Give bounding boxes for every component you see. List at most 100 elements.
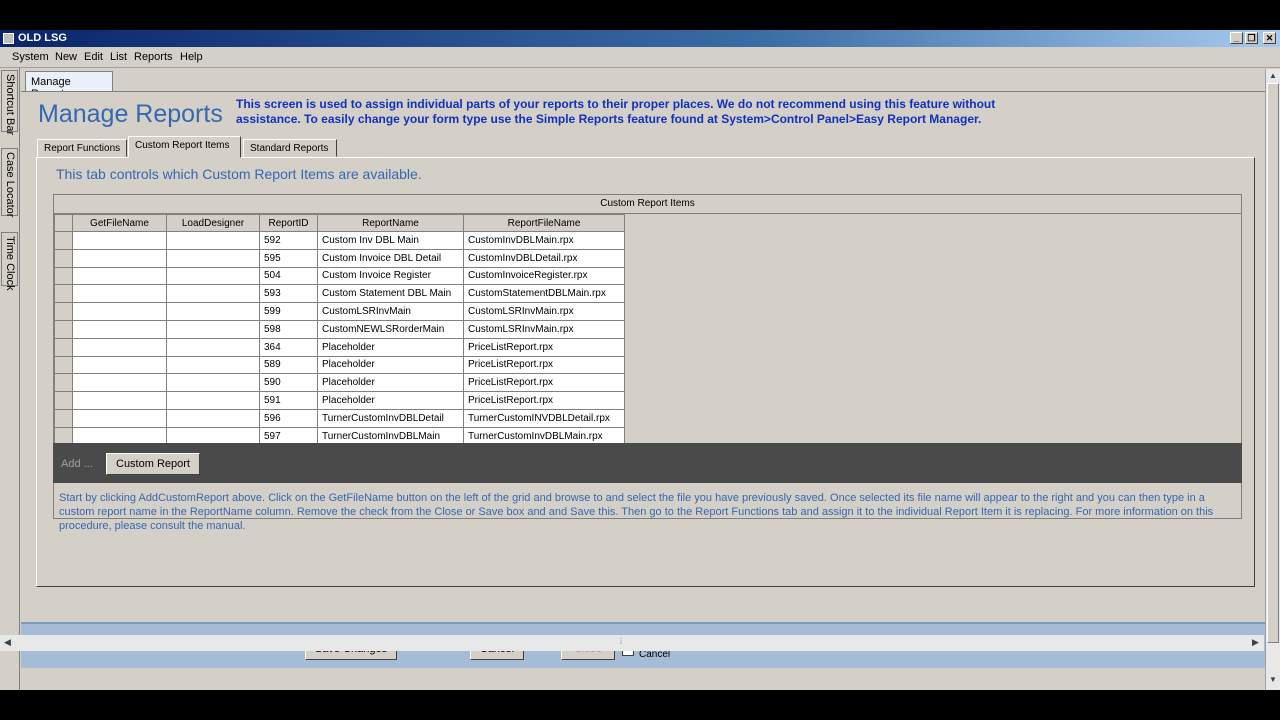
- column-header-reportfilename[interactable]: ReportFileName: [463, 214, 625, 232]
- tab-standard-reports[interactable]: Standard Reports: [243, 139, 337, 157]
- cell-loaddesigner[interactable]: [166, 319, 260, 339]
- cell-getfilename[interactable]: [72, 248, 167, 268]
- table-row[interactable]: 596 TurnerCustomInvDBLDetail TurnerCustomI…: [54, 408, 625, 428]
- title-bar[interactable]: OLD LSG _ ❐ ✕: [0, 30, 1280, 47]
- cell-reportname[interactable]: Custom Statement DBL Main: [317, 284, 464, 304]
- cell-reportname[interactable]: Placeholder: [317, 373, 464, 393]
- cell-loaddesigner[interactable]: [166, 408, 260, 428]
- menu-help[interactable]: Help: [180, 51, 203, 63]
- tab-report-functions[interactable]: Report Functions: [37, 139, 127, 157]
- cell-reportid[interactable]: 590: [259, 373, 318, 393]
- menu-list[interactable]: List: [110, 51, 127, 63]
- menu-reports[interactable]: Reports: [134, 51, 173, 63]
- cell-getfilename[interactable]: [72, 337, 167, 357]
- table-row[interactable]: 595 Custom Invoice DBL Detail CustomInvDBL…: [54, 248, 625, 268]
- cell-getfilename[interactable]: [72, 355, 167, 375]
- close-window-button[interactable]: ✕: [1263, 32, 1276, 44]
- table-row[interactable]: 598 CustomNEWLSRorderMain CustomLSRInvMain…: [54, 319, 625, 339]
- table-row[interactable]: 364 Placeholder PriceListReport.rpx: [54, 337, 625, 357]
- cell-reportname[interactable]: Placeholder: [317, 391, 464, 410]
- cell-reportid[interactable]: 591: [259, 391, 318, 410]
- cell-reportfilename[interactable]: TurnerCustomINVDBLDetail.rpx: [463, 408, 625, 428]
- cell-reportfilename[interactable]: CustomInvDBLMain.rpx: [463, 231, 625, 250]
- cell-reportfilename[interactable]: PriceListReport.rpx: [463, 355, 625, 375]
- cell-getfilename[interactable]: [72, 391, 167, 410]
- table-row[interactable]: 599 CustomLSRInvMain CustomLSRInvMain.rpx: [54, 302, 625, 321]
- cell-getfilename[interactable]: [72, 408, 167, 428]
- vertical-scrollbar[interactable]: ▲ ▼: [1265, 69, 1280, 690]
- cell-reportname[interactable]: Custom Invoice DBL Detail: [317, 248, 464, 268]
- cell-getfilename[interactable]: [72, 302, 167, 321]
- cell-reportfilename[interactable]: PriceListReport.rpx: [463, 337, 625, 357]
- cell-getfilename[interactable]: [72, 266, 167, 286]
- row-selector[interactable]: [54, 284, 73, 304]
- table-row[interactable]: 591 Placeholder PriceListReport.rpx: [54, 391, 625, 410]
- column-header-reportid[interactable]: ReportID: [259, 214, 318, 232]
- row-selector[interactable]: [54, 373, 73, 393]
- restore-button[interactable]: ❐: [1245, 32, 1258, 44]
- cell-reportid[interactable]: 592: [259, 231, 318, 250]
- add-custom-report-button[interactable]: Custom Report: [106, 453, 200, 475]
- row-selector[interactable]: [54, 302, 73, 321]
- table-row[interactable]: 504 Custom Invoice Register CustomInvoiceR…: [54, 266, 625, 286]
- row-selector[interactable]: [54, 231, 73, 250]
- table-row[interactable]: 589 Placeholder PriceListReport.rpx: [54, 355, 625, 375]
- vertical-scroll-thumb[interactable]: [1267, 83, 1279, 643]
- document-tab-manage-reports[interactable]: Manage Reports: [25, 71, 113, 100]
- cell-reportname[interactable]: CustomNEWLSRorderMain: [317, 319, 464, 339]
- sidebar-tab-shortcut-bar[interactable]: Shortcut Bar: [1, 70, 18, 135]
- cell-loaddesigner[interactable]: [166, 231, 260, 250]
- minimize-button[interactable]: _: [1230, 32, 1243, 44]
- cell-reportfilename[interactable]: CustomLSRInvMain.rpx: [463, 319, 625, 339]
- cell-reportname[interactable]: TurnerCustomInvDBLDetail: [317, 408, 464, 428]
- cell-getfilename[interactable]: [72, 373, 167, 393]
- scroll-left-icon[interactable]: ◀: [4, 637, 11, 648]
- row-selector[interactable]: [54, 337, 73, 357]
- menu-system[interactable]: System: [12, 51, 49, 63]
- table-row[interactable]: 592 Custom Inv DBL Main CustomInvDBLMain.r…: [54, 231, 625, 250]
- cell-loaddesigner[interactable]: [166, 391, 260, 410]
- cell-loaddesigner[interactable]: [166, 266, 260, 286]
- row-selector[interactable]: [54, 391, 73, 410]
- sidebar-tab-time-clock[interactable]: Time Clock: [1, 232, 18, 291]
- cell-reportfilename[interactable]: CustomStatementDBLMain.rpx: [463, 284, 625, 304]
- row-selector[interactable]: [54, 248, 73, 268]
- cell-loaddesigner[interactable]: [166, 302, 260, 321]
- cell-loaddesigner[interactable]: [166, 373, 260, 393]
- tab-custom-report-items[interactable]: Custom Report Items: [128, 136, 241, 158]
- cell-loaddesigner[interactable]: [166, 284, 260, 304]
- menu-edit[interactable]: Edit: [84, 51, 103, 63]
- cell-reportid[interactable]: 589: [259, 355, 318, 375]
- cell-reportid[interactable]: 598: [259, 319, 318, 339]
- cell-reportname[interactable]: Placeholder: [317, 337, 464, 357]
- scroll-up-icon[interactable]: ▲: [1269, 71, 1277, 80]
- column-header-loaddesigner[interactable]: LoadDesigner: [166, 214, 260, 232]
- scroll-right-icon[interactable]: ▶: [1252, 637, 1259, 648]
- cell-getfilename[interactable]: [72, 231, 167, 250]
- cell-reportid[interactable]: 599: [259, 302, 318, 321]
- row-selector[interactable]: [54, 355, 73, 375]
- row-selector[interactable]: [54, 266, 73, 286]
- scroll-down-icon[interactable]: ▼: [1269, 675, 1277, 684]
- row-selector[interactable]: [54, 408, 73, 428]
- cell-reportname[interactable]: Custom Inv DBL Main: [317, 231, 464, 250]
- sidebar-tab-case-locator[interactable]: Case Locator: [1, 148, 18, 217]
- cell-loaddesigner[interactable]: [166, 248, 260, 268]
- cell-reportname[interactable]: Placeholder: [317, 355, 464, 375]
- cell-reportfilename[interactable]: CustomInvDBLDetail.rpx: [463, 248, 625, 268]
- cell-reportfilename[interactable]: CustomLSRInvMain.rpx: [463, 302, 625, 321]
- column-header-reportname[interactable]: ReportName: [317, 214, 464, 232]
- cell-reportfilename[interactable]: PriceListReport.rpx: [463, 373, 625, 393]
- cell-reportid[interactable]: 593: [259, 284, 318, 304]
- cell-loaddesigner[interactable]: [166, 355, 260, 375]
- cell-reportname[interactable]: CustomLSRInvMain: [317, 302, 464, 321]
- cell-reportfilename[interactable]: CustomInvoiceRegister.rpx: [463, 266, 625, 286]
- column-header-getfilename[interactable]: GetFileName: [72, 214, 167, 232]
- cell-reportid[interactable]: 364: [259, 337, 318, 357]
- cell-loaddesigner[interactable]: [166, 337, 260, 357]
- table-row[interactable]: 593 Custom Statement DBL Main CustomStatem…: [54, 284, 625, 304]
- cell-getfilename[interactable]: [72, 319, 167, 339]
- cell-reportfilename[interactable]: PriceListReport.rpx: [463, 391, 625, 410]
- table-row[interactable]: 590 Placeholder PriceListReport.rpx: [54, 373, 625, 393]
- cell-reportid[interactable]: 596: [259, 408, 318, 428]
